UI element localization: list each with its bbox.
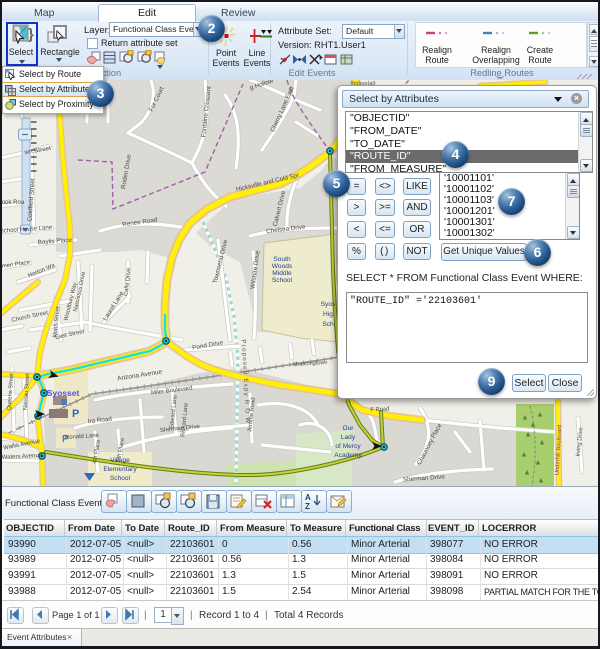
svg-text:}: } xyxy=(28,26,34,43)
svg-text:of Mercy: of Mercy xyxy=(335,443,361,450)
svg-text:Lady: Lady xyxy=(341,434,356,441)
svg-text:Z: Z xyxy=(305,502,310,511)
svg-text:F Road: F Road xyxy=(370,407,389,414)
svg-text:A: A xyxy=(305,493,311,502)
svg-text:Hig: Hig xyxy=(323,311,333,318)
svg-text:School: School xyxy=(272,277,293,284)
svg-text:School: School xyxy=(110,475,131,482)
svg-text:Woods: Woods xyxy=(272,263,293,270)
svg-text:Syosset: Syosset xyxy=(47,388,80,398)
svg-text:Village: Village xyxy=(110,457,130,464)
svg-text:P: P xyxy=(72,408,79,420)
svg-text:rook Roa: rook Roa xyxy=(0,200,25,206)
svg-text:Middle: Middle xyxy=(272,270,292,277)
svg-text:South: South xyxy=(273,256,291,263)
svg-text:Academy: Academy xyxy=(334,452,362,459)
svg-text:Elementary: Elementary xyxy=(103,466,137,473)
svg-text:Syos: Syos xyxy=(321,301,336,308)
svg-text:Our: Our xyxy=(343,425,355,432)
svg-text:Sch: Sch xyxy=(322,321,334,328)
